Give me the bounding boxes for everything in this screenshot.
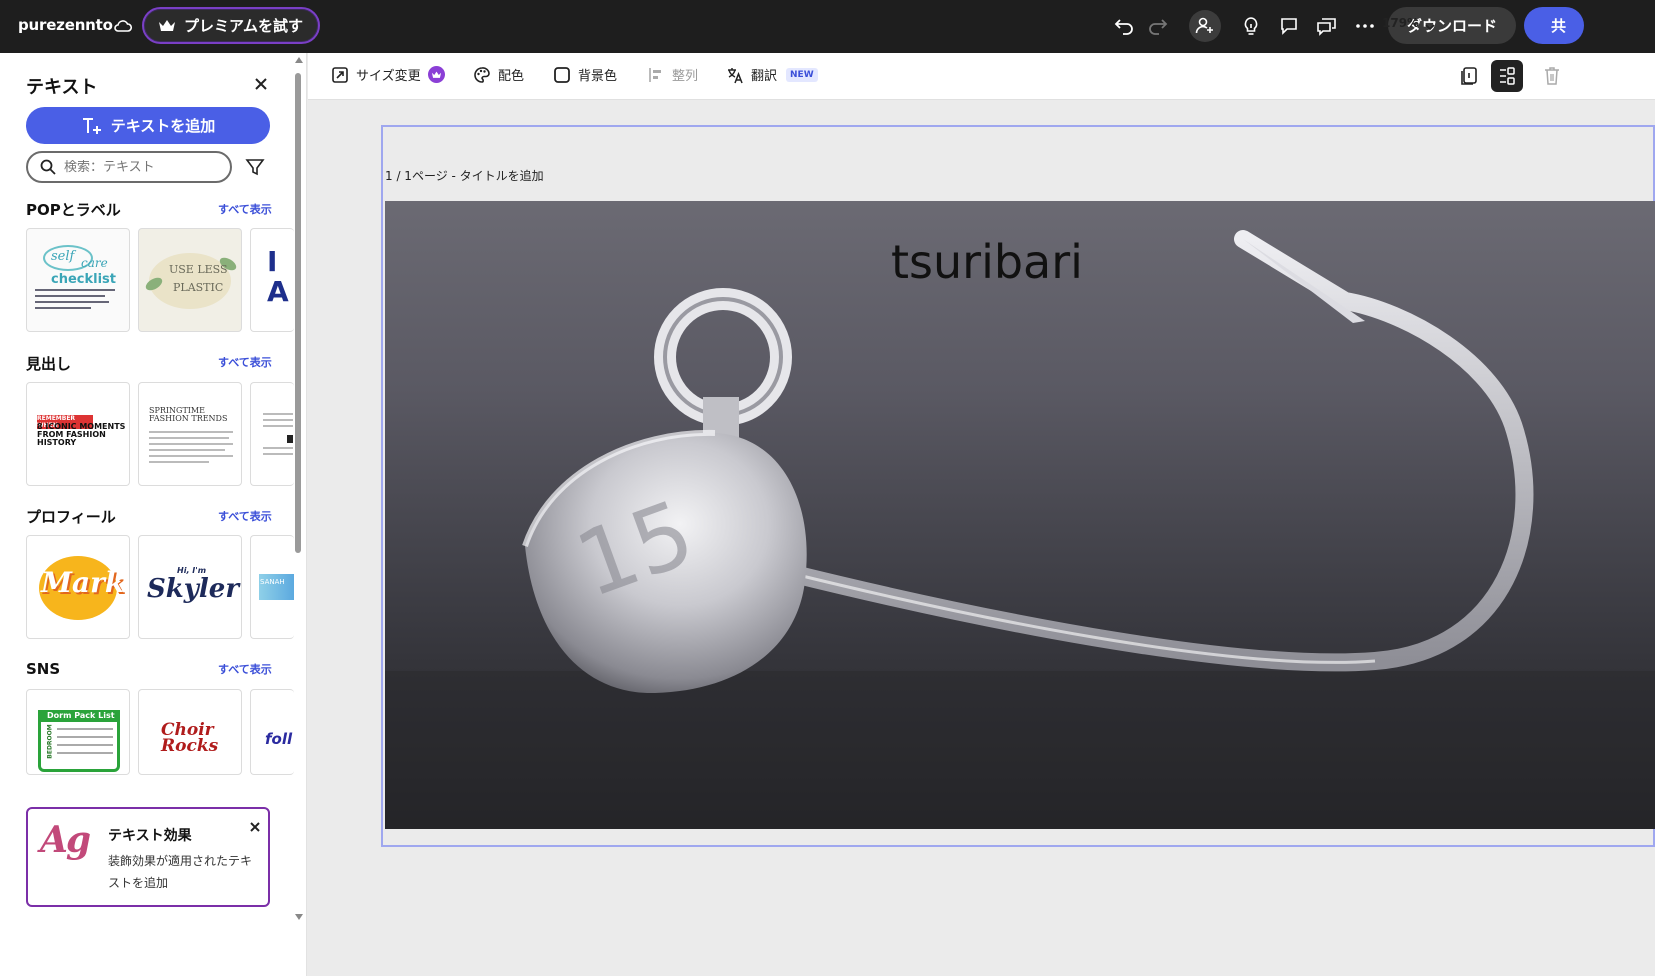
pages-icon[interactable]	[1458, 65, 1480, 87]
template-thumbnail[interactable]: I A	[250, 228, 294, 332]
scroll-down-arrow[interactable]	[295, 914, 303, 920]
try-premium-button[interactable]: プレミアムを試す	[142, 7, 320, 44]
add-user-icon	[1195, 17, 1213, 34]
translate-label: 翻訳	[751, 69, 778, 84]
thumb-text: foll	[265, 730, 293, 748]
thumb-text: BEDROOM	[46, 724, 54, 759]
redo-icon[interactable]	[1144, 13, 1170, 39]
new-badge: NEW	[786, 67, 818, 82]
account-name[interactable]: purezennto	[18, 16, 113, 34]
template-thumbnail[interactable]: SPRINGTIME FASHION TRENDS	[138, 382, 242, 486]
see-all-link[interactable]: すべて表示	[218, 661, 272, 677]
template-thumbnail[interactable]: Mark	[26, 535, 130, 639]
text-effect-description: 装飾効果が適用されたテキストを追加	[108, 854, 253, 890]
resize-label: サイズ変更	[356, 69, 421, 84]
align-icon	[649, 67, 661, 82]
text-effect-card[interactable]: Ag テキスト効果 装飾効果が適用されたテキストを追加	[26, 807, 270, 907]
more-icon[interactable]	[1352, 13, 1378, 39]
thumb-text: Rocks	[161, 736, 219, 756]
crown-icon	[427, 66, 445, 83]
scroll-up-arrow[interactable]	[295, 57, 303, 63]
close-icon[interactable]	[252, 75, 270, 93]
search-icon	[40, 159, 56, 175]
thumb-text: care	[81, 256, 108, 270]
thumb-text: USE LESS	[169, 263, 228, 276]
filter-icon[interactable]	[245, 157, 265, 177]
position-button[interactable]	[1491, 60, 1523, 92]
thumb-text: SPRINGTIME FASHION TRENDS	[149, 406, 228, 423]
thumb-text: I A	[267, 245, 289, 308]
invite-user-button[interactable]	[1189, 10, 1221, 42]
background-label: 背景色	[578, 69, 618, 84]
template-thumbnail[interactable]: Dorm Pack List BEDROOM	[26, 689, 130, 775]
premium-label: プレミアムを試す	[184, 17, 303, 35]
see-all-link[interactable]: すべて表示	[218, 354, 272, 370]
editor-toolbar: サイズ変更 配色 背景色 整列 翻訳 NEW	[308, 53, 1655, 100]
thumb-text: self	[51, 249, 75, 264]
crown-icon	[158, 19, 176, 33]
cloud-save-icon[interactable]	[113, 16, 133, 36]
align-label: 整列	[672, 69, 699, 84]
add-text-button[interactable]: テキストを追加	[26, 107, 270, 144]
template-thumbnail[interactable]: SANAH	[250, 535, 294, 639]
thumb-text: Skyler	[147, 574, 240, 604]
page-label[interactable]: 1 / 1ページ - タイトルを追加	[385, 167, 544, 184]
template-thumbnail[interactable]: Choir Rocks	[138, 689, 242, 775]
fishing-hook-photo[interactable]: 15	[385, 201, 1655, 829]
thumb-text: PLASTIC	[173, 281, 224, 294]
section-title: SNS	[26, 660, 61, 678]
see-all-link[interactable]: すべて表示	[218, 201, 272, 217]
background-color-icon	[554, 66, 570, 83]
template-thumbnail[interactable]: foll	[250, 689, 294, 775]
photo-title-text[interactable]: tsuribari	[891, 235, 1083, 289]
template-thumbnail[interactable]: USE LESS PLASTIC	[138, 228, 242, 332]
thumb-text: SANAH	[260, 578, 285, 586]
template-thumbnail[interactable]: Hi, I'm Skyler	[138, 535, 242, 639]
align-button[interactable]: 整列	[647, 65, 698, 84]
add-text-label: テキストを追加	[110, 117, 216, 135]
close-icon[interactable]	[248, 819, 262, 833]
thumb-text: Mark	[41, 566, 125, 599]
position-icon	[1500, 67, 1515, 85]
section-title: POPとラベル	[26, 201, 121, 219]
comment-icon[interactable]	[1276, 13, 1302, 39]
template-thumbnail[interactable]: REMEMBER WHEN 8 ICONIC MOMENTS FROM FASH…	[26, 382, 130, 486]
colors-label: 配色	[498, 69, 525, 84]
template-thumbnail[interactable]	[250, 382, 294, 486]
thumb-text: 8 ICONIC MOMENTS FROM FASHION HISTORY	[37, 422, 126, 447]
color-palette-button[interactable]: 配色	[473, 65, 524, 84]
share-button[interactable]: 共	[1524, 7, 1584, 44]
panel-scrollbar[interactable]	[295, 73, 301, 553]
template-thumbnail[interactable]: self care checklist	[26, 228, 130, 332]
present-icon[interactable]	[1314, 13, 1340, 39]
translate-button[interactable]: 翻訳 NEW	[726, 65, 818, 84]
search-input[interactable]	[64, 159, 214, 175]
palette-icon	[474, 66, 490, 83]
zoom-level[interactable]: 179%	[1382, 16, 1419, 30]
text-effect-title: テキスト効果	[108, 828, 192, 844]
text-panel: テキスト テキストを追加 POPとラベル すべて表示 self care che…	[0, 53, 307, 976]
lightbulb-icon[interactable]	[1238, 13, 1264, 39]
panel-title: テキスト	[26, 77, 98, 98]
background-color-button[interactable]: 背景色	[553, 65, 617, 84]
section-title: 見出し	[26, 355, 72, 373]
chevron-down-icon[interactable]	[1424, 18, 1436, 31]
resize-button[interactable]: サイズ変更	[331, 65, 445, 84]
resize-icon	[332, 66, 348, 83]
thumb-text: Dorm Pack List	[47, 711, 115, 720]
thumb-text: checklist	[51, 272, 116, 287]
section-title: プロフィール	[26, 508, 116, 526]
undo-icon[interactable]	[1112, 13, 1138, 39]
trash-icon[interactable]	[1542, 65, 1562, 87]
search-field[interactable]	[26, 151, 232, 183]
fishing-jig-hook-image: 15	[385, 201, 1655, 829]
add-text-icon	[82, 117, 101, 134]
text-effect-art: Ag	[40, 819, 91, 861]
see-all-link[interactable]: すべて表示	[218, 508, 272, 524]
translate-icon	[728, 67, 743, 83]
